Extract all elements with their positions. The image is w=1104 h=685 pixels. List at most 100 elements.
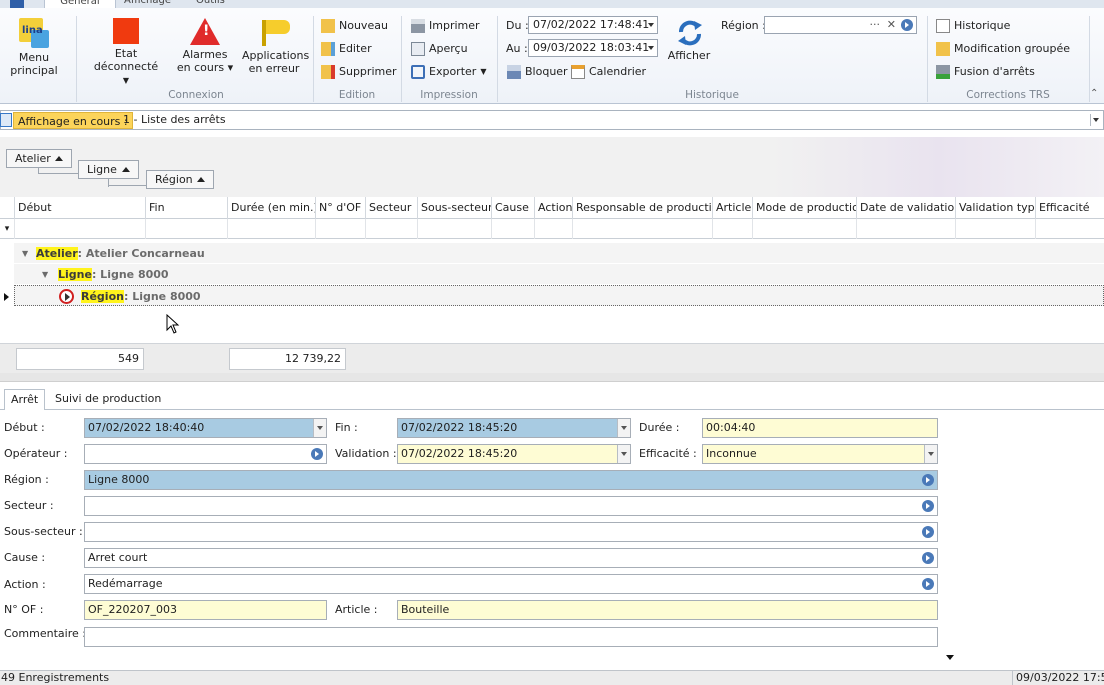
region-field[interactable]: Ligne 8000 xyxy=(84,470,938,490)
col-article[interactable]: Article xyxy=(713,197,753,219)
merge-icon xyxy=(936,65,950,79)
nof-field[interactable]: OF_220207_003 xyxy=(84,600,327,620)
col-efficacite[interactable]: Efficacité xyxy=(1036,197,1104,219)
applications-erreur-button[interactable]: Applications en erreur xyxy=(242,18,309,75)
col-date-validation[interactable]: Date de validation xyxy=(857,197,956,219)
mouse-cursor-icon xyxy=(166,313,180,337)
view-icon xyxy=(0,113,12,127)
commentaire-label: Commentaire : xyxy=(4,627,86,640)
go-arrow-icon[interactable] xyxy=(922,552,934,564)
panel-splitter[interactable] xyxy=(0,373,1104,382)
menu-principal-button[interactable]: lina Menu principal xyxy=(0,18,68,77)
efficacite-label: Efficacité : xyxy=(639,447,697,460)
collapse-icon[interactable]: ▼ xyxy=(42,264,48,285)
lina-logo-icon: lina xyxy=(19,18,49,48)
article-field[interactable]: Bouteille xyxy=(397,600,938,620)
col-debut[interactable]: Début xyxy=(15,197,146,219)
col-duree[interactable]: Durée (en min.) xyxy=(228,197,316,219)
go-arrow-icon[interactable] xyxy=(922,526,934,538)
go-arrow-icon[interactable] xyxy=(922,578,934,590)
nouveau-button[interactable]: Nouveau xyxy=(321,17,388,35)
secteur-field[interactable] xyxy=(84,496,938,516)
au-date-picker[interactable]: 09/03/2022 18:03:41 xyxy=(528,39,658,57)
clear-icon[interactable]: ✕ xyxy=(887,17,896,33)
fusion-arrets-button[interactable]: Fusion d'arrêts xyxy=(936,63,1035,81)
edit-folder-icon xyxy=(321,42,335,56)
apercu-button[interactable]: Aperçu xyxy=(411,40,468,58)
col-secteur[interactable]: Secteur xyxy=(366,197,418,219)
col-mode-production[interactable]: Mode de production xyxy=(753,197,857,219)
debut-label: Début : xyxy=(4,421,45,434)
historique-button[interactable]: Historique xyxy=(936,17,1010,35)
go-arrow-icon[interactable] xyxy=(311,448,323,460)
expand-circle-icon[interactable] xyxy=(59,289,74,304)
fin-field[interactable]: 07/02/2022 18:45:20 xyxy=(397,418,631,438)
group-label-historique: Historique xyxy=(685,89,739,101)
collapse-icon[interactable]: ▼ xyxy=(22,243,28,264)
action-field[interactable]: Redémarrage xyxy=(84,574,938,594)
operateur-label: Opérateur : xyxy=(4,447,68,460)
col-nof[interactable]: N° d'OF xyxy=(316,197,366,219)
group-row-ligne[interactable]: ▼ Ligne: Ligne 8000 xyxy=(14,264,1104,285)
ellipsis-icon[interactable]: ··· xyxy=(870,17,881,33)
tab-arret[interactable]: Arrêt xyxy=(4,389,46,411)
filter-row[interactable]: ▾ xyxy=(0,219,1104,239)
col-cause[interactable]: Cause xyxy=(492,197,535,219)
alarmes-button[interactable]: ! Alarmes en cours ▾ xyxy=(176,18,234,74)
group-row-atelier[interactable]: ▼ Atelier: Atelier Concarneau xyxy=(14,243,1104,264)
exporter-button[interactable]: Exporter ▼ xyxy=(411,63,486,81)
collapse-ribbon-icon[interactable]: ⌃ xyxy=(1090,88,1098,99)
group-label-connexion: Connexion xyxy=(168,89,224,101)
detail-tabs: Arrêt Suivi de production xyxy=(0,389,1104,411)
du-date-picker[interactable]: 07/02/2022 17:48:41 xyxy=(528,16,658,34)
calendar-icon xyxy=(571,65,585,79)
export-icon xyxy=(411,65,425,79)
group-row-region[interactable]: Région: Ligne 8000 xyxy=(14,285,1104,306)
col-validation-type[interactable]: Validation type xyxy=(956,197,1036,219)
scroll-down-icon[interactable] xyxy=(946,655,954,660)
cause-label: Cause : xyxy=(4,551,46,564)
tab-suivi-production[interactable]: Suivi de production xyxy=(49,389,167,410)
editer-button[interactable]: Editer xyxy=(321,40,372,58)
afficher-button[interactable]: Afficher xyxy=(666,18,712,62)
debut-field[interactable]: 07/02/2022 18:40:40 xyxy=(84,418,327,438)
efficacite-select[interactable]: Inconnue xyxy=(702,444,938,464)
group-chip-ligne[interactable]: Ligne xyxy=(78,160,139,179)
duree-field[interactable]: 00:04:40 xyxy=(702,418,938,438)
region-filter-input[interactable]: ··· ✕ xyxy=(764,16,917,34)
col-sous-secteur[interactable]: Sous-secteur xyxy=(418,197,492,219)
status-bar: 549 Enregistrements 09/03/2022 17:54 xyxy=(0,670,1104,685)
totals-row: 549 12 739,22 xyxy=(0,343,1104,373)
lock-icon xyxy=(507,65,521,79)
bloquer-button[interactable]: Bloquer xyxy=(507,63,568,81)
supprimer-button[interactable]: Supprimer xyxy=(321,63,397,81)
go-arrow-icon[interactable] xyxy=(901,19,913,31)
calendrier-button[interactable]: Calendrier xyxy=(571,63,646,81)
operateur-field[interactable] xyxy=(84,444,327,464)
validation-label: Validation : xyxy=(335,447,397,460)
col-fin[interactable]: Fin xyxy=(146,197,228,219)
cause-field[interactable]: Arret court xyxy=(84,548,938,568)
view-selector[interactable]: 1 - Liste des arrêts xyxy=(123,111,226,129)
etat-deconnecte-button[interactable]: Etat déconnecté ▼ xyxy=(84,18,168,87)
commentaire-field[interactable] xyxy=(84,627,938,647)
col-action[interactable]: Action xyxy=(535,197,573,219)
grid-body: ▼ Atelier: Atelier Concarneau ▼ Ligne: L… xyxy=(0,240,1104,343)
record-count: 549 Enregistrements xyxy=(0,671,110,684)
modification-groupee-button[interactable]: Modification groupée xyxy=(936,40,1070,58)
current-view-bar: Affichage en cours : 1 - Liste des arrêt… xyxy=(0,110,1104,130)
fin-label: Fin : xyxy=(335,421,358,434)
validation-field[interactable]: 07/02/2022 18:45:20 xyxy=(397,444,631,464)
go-arrow-icon[interactable] xyxy=(922,474,934,486)
go-arrow-icon[interactable] xyxy=(922,500,934,512)
imprimer-button[interactable]: Imprimer xyxy=(411,17,480,35)
sous-secteur-field[interactable] xyxy=(84,522,938,542)
group-chip-region[interactable]: Région xyxy=(146,170,214,189)
history-doc-icon xyxy=(936,19,950,33)
group-chip-atelier[interactable]: Atelier xyxy=(6,149,72,168)
refresh-icon xyxy=(675,18,703,46)
secteur-label: Secteur : xyxy=(4,499,54,512)
group-edit-icon xyxy=(936,42,950,56)
view-dropdown-icon[interactable] xyxy=(1090,114,1100,126)
col-responsable[interactable]: Responsable de production xyxy=(573,197,713,219)
